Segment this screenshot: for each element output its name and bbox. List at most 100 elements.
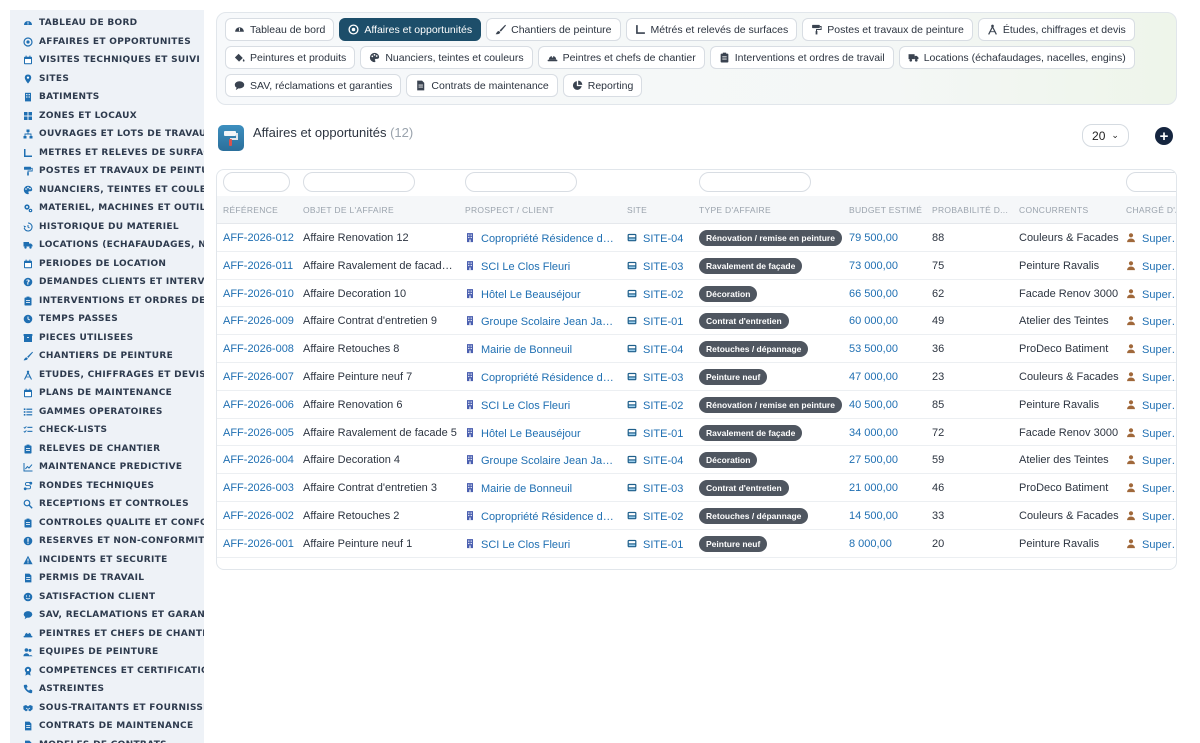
- owner-link[interactable]: SuperAdmin: [1126, 371, 1176, 384]
- site-link[interactable]: SITE-03: [627, 371, 687, 384]
- client-link[interactable]: SCI Le Clos Fleuri: [465, 260, 615, 273]
- reference-link[interactable]: AFF-2026-006: [223, 399, 297, 411]
- column-header[interactable]: Concurrents: [1019, 205, 1119, 215]
- sidebar-item[interactable]: Locations (échafaudages, nacelles, engin…: [10, 236, 204, 255]
- table-row[interactable]: AFF-2026-011 Affaire Ravalement de facade…: [217, 252, 1176, 280]
- client-link[interactable]: SCI Le Clos Fleuri: [465, 399, 615, 412]
- reference-link[interactable]: AFF-2026-008: [223, 343, 297, 355]
- owner-link[interactable]: SuperAdmin: [1126, 343, 1176, 356]
- owner-link[interactable]: SuperAdmin: [1126, 232, 1176, 245]
- page-size-select[interactable]: 20 ⌄: [1082, 124, 1129, 147]
- column-filter-input[interactable]: [699, 172, 811, 192]
- sidebar-item[interactable]: Périodes de location: [10, 255, 204, 274]
- table-row[interactable]: AFF-2026-006 Affaire Renovation 6 SCI Le C…: [217, 391, 1176, 419]
- sidebar-item[interactable]: Réceptions et contrôles: [10, 495, 204, 514]
- client-link[interactable]: Mairie de Bonneuil: [465, 343, 615, 356]
- table-row[interactable]: AFF-2026-004 Affaire Decoration 4 Groupe S…: [217, 446, 1176, 475]
- owner-link[interactable]: SuperAdmin: [1126, 510, 1176, 523]
- reference-link[interactable]: AFF-2026-005: [223, 427, 297, 439]
- owner-link[interactable]: SuperAdmin: [1126, 399, 1176, 412]
- column-header[interactable]: Chargé d'a: [1126, 205, 1176, 215]
- client-link[interactable]: Groupe Scolaire Jean Jaurès: [465, 315, 615, 328]
- reference-link[interactable]: AFF-2026-009: [223, 315, 297, 327]
- column-header[interactable]: Site: [627, 205, 687, 215]
- sidebar-item[interactable]: Temps passés: [10, 310, 204, 329]
- client-link[interactable]: Hôtel Le Beauséjour: [465, 427, 615, 440]
- column-filter-input[interactable]: [303, 172, 415, 192]
- client-link[interactable]: Copropriété Résidence du Parc: [465, 371, 615, 384]
- owner-link[interactable]: SuperAdmin: [1126, 260, 1176, 273]
- owner-link[interactable]: SuperAdmin: [1126, 315, 1176, 328]
- sidebar-item[interactable]: Incidents et sécurité: [10, 551, 204, 570]
- site-link[interactable]: SITE-01: [627, 427, 687, 440]
- column-filter-input[interactable]: [465, 172, 577, 192]
- sidebar-item[interactable]: Permis de travail: [10, 569, 204, 588]
- sidebar-item[interactable]: Plans de maintenance: [10, 384, 204, 403]
- client-link[interactable]: Copropriété Résidence du Parc: [465, 510, 615, 523]
- tab[interactable]: Chantiers de peinture: [486, 18, 621, 41]
- add-record-button[interactable]: +: [1155, 127, 1173, 145]
- tab[interactable]: Interventions et ordres de travail: [709, 46, 894, 69]
- sidebar-item[interactable]: ? Demandes clients et interventions: [10, 273, 204, 292]
- site-link[interactable]: SITE-01: [627, 538, 687, 551]
- tab[interactable]: SAV, réclamations et garanties: [225, 74, 402, 97]
- sidebar-item[interactable]: Sous-traitants et fournisseurs: [10, 699, 204, 718]
- table-row[interactable]: AFF-2026-012 Affaire Renovation 12 Copropr…: [217, 224, 1176, 252]
- table-row[interactable]: AFF-2026-001 Affaire Peinture neuf 1 SCI L…: [217, 530, 1176, 558]
- sidebar-item[interactable]: Métrés et relevés de surfaces: [10, 144, 204, 163]
- sidebar-item[interactable]: Contrats de maintenance: [10, 717, 204, 736]
- site-link[interactable]: SITE-03: [627, 260, 687, 273]
- owner-link[interactable]: SuperAdmin: [1126, 538, 1176, 551]
- site-link[interactable]: SITE-02: [627, 399, 687, 412]
- tab[interactable]: Locations (échafaudages, nacelles, engin…: [898, 46, 1135, 69]
- table-row[interactable]: AFF-2026-007 Affaire Peinture neuf 7 Copro…: [217, 363, 1176, 391]
- tab[interactable]: Nuanciers, teintes et couleurs: [360, 46, 533, 69]
- column-header[interactable]: Prospect / Client: [465, 205, 615, 215]
- sidebar-item[interactable]: Interventions et ordres de travail: [10, 292, 204, 311]
- tab[interactable]: Contrats de maintenance: [406, 74, 558, 97]
- sidebar-item[interactable]: Bâtiments: [10, 88, 204, 107]
- sidebar-item[interactable]: Postes et travaux de peinture: [10, 162, 204, 181]
- reference-link[interactable]: AFF-2026-007: [223, 371, 297, 383]
- sidebar-item[interactable]: Modèles de contrats: [10, 736, 204, 743]
- owner-link[interactable]: SuperAdmin: [1126, 482, 1176, 495]
- sidebar-item[interactable]: Chantiers de peinture: [10, 347, 204, 366]
- reference-link[interactable]: AFF-2026-012: [223, 232, 297, 244]
- sidebar-item[interactable]: Affaires et opportunités: [10, 33, 204, 52]
- client-link[interactable]: Hôtel Le Beauséjour: [465, 288, 615, 301]
- sidebar-item[interactable]: Réserves et non-conformités: [10, 532, 204, 551]
- sidebar-item[interactable]: Zones et locaux: [10, 107, 204, 126]
- reference-link[interactable]: AFF-2026-003: [223, 482, 297, 494]
- column-header[interactable]: Objet de l'affaire: [303, 205, 457, 215]
- owner-link[interactable]: SuperAdmin: [1126, 427, 1176, 440]
- sidebar-item[interactable]: Rondes techniques: [10, 477, 204, 496]
- reference-link[interactable]: AFF-2026-010: [223, 288, 297, 300]
- reference-link[interactable]: AFF-2026-001: [223, 538, 297, 550]
- table-row[interactable]: AFF-2026-005 Affaire Ravalement de facade…: [217, 419, 1176, 447]
- tab[interactable]: Peintres et chefs de chantier: [537, 46, 705, 69]
- sidebar-item[interactable]: Sites: [10, 70, 204, 89]
- table-row[interactable]: AFF-2026-009 Affaire Contrat d'entretien …: [217, 307, 1176, 336]
- sidebar-item[interactable]: Équipes de peinture: [10, 643, 204, 662]
- sidebar-item[interactable]: Tableau de bord: [10, 14, 204, 33]
- sidebar-item[interactable]: Astreintes: [10, 680, 204, 699]
- reference-link[interactable]: AFF-2026-004: [223, 454, 297, 466]
- column-header[interactable]: Budget estimé: [849, 205, 923, 215]
- site-link[interactable]: SITE-04: [627, 454, 687, 467]
- sidebar-item[interactable]: Satisfaction client: [10, 588, 204, 607]
- tab[interactable]: Affaires et opportunités: [339, 18, 482, 41]
- client-link[interactable]: Mairie de Bonneuil: [465, 482, 615, 495]
- reference-link[interactable]: AFF-2026-011: [223, 260, 297, 272]
- sidebar-item[interactable]: Ouvrages et lots de travaux: [10, 125, 204, 144]
- reference-link[interactable]: AFF-2026-002: [223, 510, 297, 522]
- site-link[interactable]: SITE-01: [627, 315, 687, 328]
- sidebar-item[interactable]: Pièces utilisées: [10, 329, 204, 348]
- tab[interactable]: Postes et travaux de peinture: [802, 18, 973, 41]
- tab[interactable]: Études, chiffrages et devis: [977, 18, 1135, 41]
- table-row[interactable]: AFF-2026-003 Affaire Contrat d'entretien …: [217, 474, 1176, 502]
- client-link[interactable]: SCI Le Clos Fleuri: [465, 538, 615, 551]
- client-link[interactable]: Groupe Scolaire Jean Jaurès: [465, 454, 615, 467]
- sidebar-item[interactable]: Maintenance prédictive: [10, 458, 204, 477]
- table-row[interactable]: AFF-2026-010 Affaire Decoration 10 Hôtel L…: [217, 280, 1176, 308]
- table-row[interactable]: AFF-2026-008 Affaire Retouches 8 Mairie de…: [217, 335, 1176, 363]
